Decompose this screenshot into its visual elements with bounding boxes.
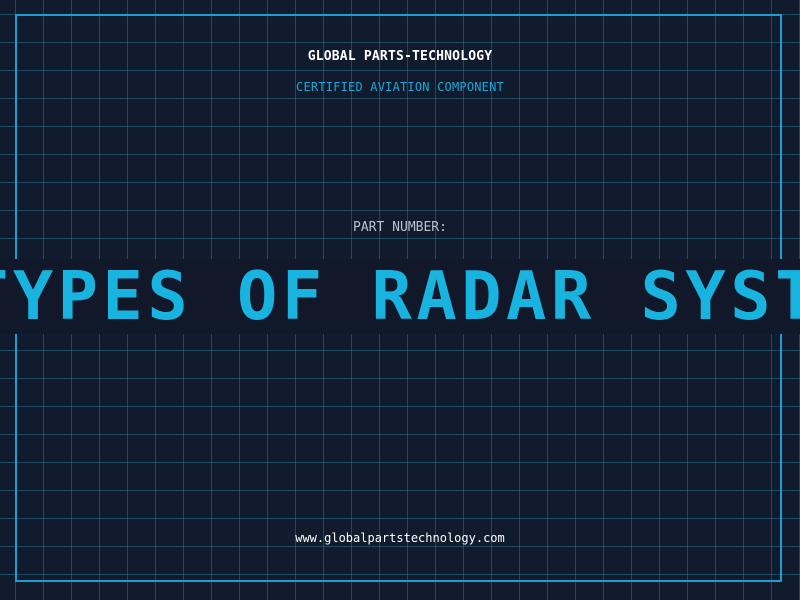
label-card: GLOBAL PARTS-TECHNOLOGY CERTIFIED AVIATI… <box>0 0 800 600</box>
part-number-value: TYPES OF RADAR SYSTEMS <box>0 259 800 334</box>
brand-title: GLOBAL PARTS-TECHNOLOGY <box>307 49 493 64</box>
certification-subtitle: CERTIFIED AVIATION COMPONENT <box>296 80 504 94</box>
part-number-label: PART NUMBER: <box>353 220 447 235</box>
part-number-band: TYPES OF RADAR SYSTEMS <box>0 259 800 334</box>
website-url: www.globalpartstechnology.com <box>295 531 505 545</box>
